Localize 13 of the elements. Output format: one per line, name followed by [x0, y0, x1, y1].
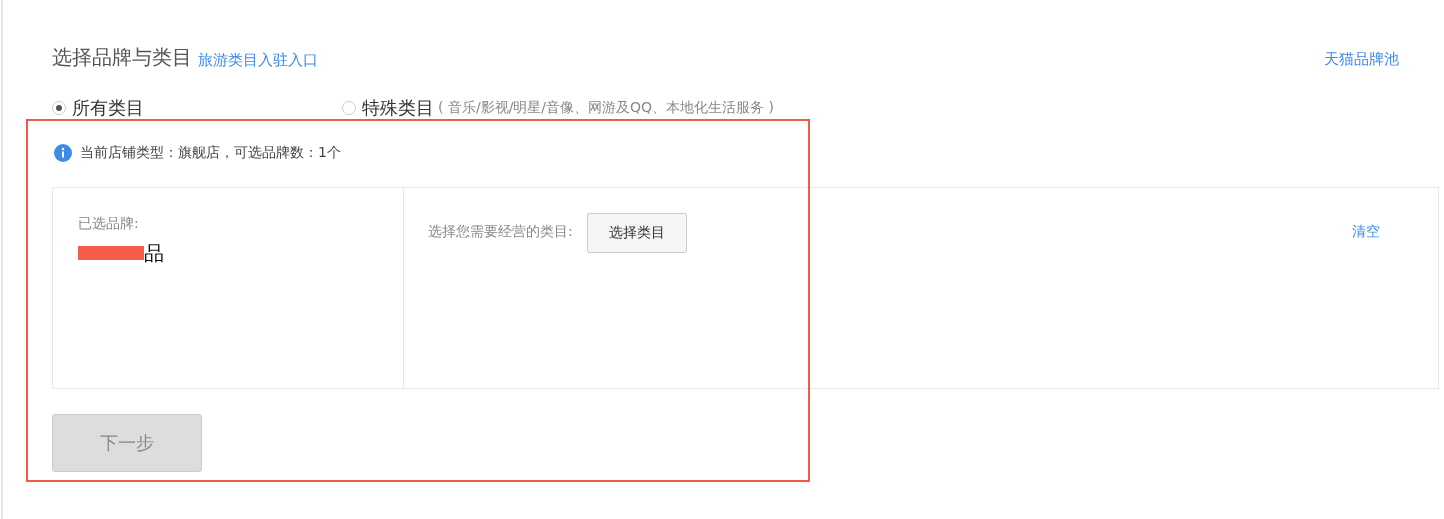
info-icon: [54, 144, 72, 162]
category-note: ( 音乐/影视/明星/音像、网游及QQ、本地化生活服务 ): [438, 99, 774, 117]
category-prompt: 选择您需要经营的类目:: [428, 223, 573, 241]
brand-name: 品: [144, 239, 164, 267]
selected-brand-label: 已选品牌:: [78, 215, 140, 233]
brand-pool-link[interactable]: 天猫品牌池: [1324, 50, 1399, 69]
radio-label[interactable]: 所有类目: [72, 96, 144, 120]
notice-text: 当前店铺类型：旗舰店，可选品牌数：1个: [80, 144, 341, 162]
select-category-button[interactable]: 选择类目: [586, 213, 687, 253]
clear-link[interactable]: 清空: [1352, 223, 1380, 388]
section-title: 选择品牌与类目: [52, 44, 192, 71]
travel-entry-link[interactable]: 旅游类目入驻入口: [198, 51, 318, 70]
radio-label[interactable]: 特殊类目: [362, 96, 434, 120]
